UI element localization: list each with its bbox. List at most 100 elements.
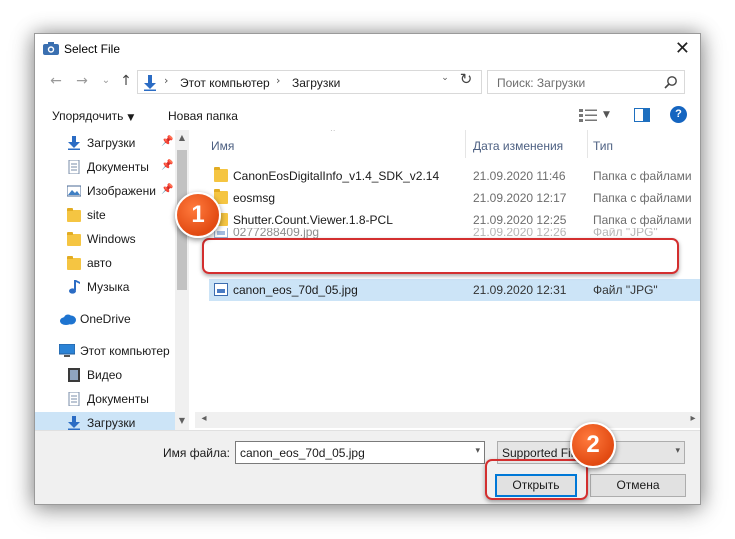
sidebar-item-label: site [87, 208, 106, 222]
jpg-file-icon [214, 228, 228, 238]
sidebar-item-windows[interactable]: Windows [35, 228, 175, 250]
scroll-left-icon[interactable]: ◂ [197, 413, 211, 424]
sidebar-item-label: Музыка [87, 280, 130, 294]
file-type: Папка с файлами [593, 191, 692, 205]
column-header-date[interactable]: Дата изменения [473, 130, 563, 158]
file-name: Shutter.Count.Viewer.1.8-PCL [233, 213, 393, 227]
file-date: 21.09.2020 12:25 [473, 213, 567, 227]
sidebar-item-label: авто [87, 256, 112, 270]
up-arrow-icon[interactable]: ↑ [117, 71, 135, 91]
documents-icon [68, 392, 80, 406]
file-date: 21.09.2020 12:17 [473, 191, 567, 205]
column-header-name[interactable]: Имя [211, 130, 234, 158]
sidebar-item-video[interactable]: Видео [35, 364, 175, 386]
cloud-icon [60, 314, 76, 325]
folder-icon [67, 232, 81, 246]
file-row[interactable]: 0277288409.jpg 21.09.2020 12:26 Файл "JP… [209, 228, 700, 238]
pin-icon: 📌 [161, 136, 174, 147]
view-caret-icon[interactable]: ▼ [603, 110, 610, 120]
file-row-selected[interactable]: canon_eos_70d_05.jpg 21.09.2020 12:31 Фа… [209, 279, 700, 301]
camera-icon [43, 42, 59, 55]
organize-label: Упорядочить [52, 109, 124, 123]
sidebar-item-label: Документы [87, 392, 149, 406]
download-arrow-icon [144, 75, 156, 91]
file-type: Файл "JPG" [593, 283, 658, 297]
close-icon[interactable]: ✕ [675, 38, 690, 59]
sidebar-item-label: Загрузки [87, 416, 136, 430]
sidebar-item-music[interactable]: Музыка [35, 276, 175, 298]
download-arrow-icon [68, 136, 80, 150]
sidebar-item-label: Документы [87, 160, 149, 174]
cancel-button[interactable]: Отмена [590, 474, 686, 497]
new-folder-button[interactable]: Новая папка [168, 109, 238, 123]
file-name: canon_eos_70d_05.jpg [233, 283, 358, 297]
sort-ascending-icon: ⌃ [329, 130, 337, 138]
back-arrow-icon[interactable]: ← [47, 71, 65, 91]
sidebar-item-downloads-quick[interactable]: Загрузки 📌 [35, 132, 175, 154]
step-badge-1: 1 [175, 192, 221, 238]
chevron-down-icon[interactable]: ▾ [475, 446, 480, 456]
command-toolbar: Упорядочить ▼ Новая папка ▼ ? [35, 102, 700, 130]
organize-button[interactable]: Упорядочить ▼ [52, 109, 134, 123]
column-header-type[interactable]: Тип [593, 130, 613, 158]
chevron-down-icon[interactable]: ▾ [675, 446, 680, 456]
search-input[interactable]: Поиск: Загрузки [487, 70, 685, 94]
pin-icon: 📌 [161, 184, 174, 195]
music-icon [69, 280, 80, 294]
breadcrumb-downloads[interactable]: Загрузки [292, 76, 340, 90]
pin-icon: 📌 [161, 160, 174, 171]
file-row[interactable]: CanonEosDigitalInfo_v1.4_SDK_v2.14 21.09… [209, 165, 700, 187]
sidebar-item-documents-quick[interactable]: Документы 📌 [35, 156, 175, 178]
sidebar-item-onedrive[interactable]: OneDrive [35, 308, 175, 330]
sidebar-item-pictures-quick[interactable]: Изображени 📌 [35, 180, 175, 202]
file-list-horizontal-scrollbar[interactable]: ◂ ▸ [195, 412, 700, 428]
file-date: 21.09.2020 12:26 [473, 228, 567, 238]
column-divider[interactable] [465, 130, 466, 158]
title-bar: Select File ✕ [35, 34, 700, 64]
window-title: Select File [64, 42, 121, 56]
navigation-bar: ← → ⌄ ↑ › Этот компьютер › Загрузки ⌄ ↻ … [35, 68, 700, 96]
file-date: 21.09.2020 12:31 [473, 283, 567, 297]
view-options-icon[interactable] [579, 109, 597, 122]
file-name: 0277288409.jpg [233, 228, 320, 238]
scroll-right-icon[interactable]: ▸ [686, 413, 700, 424]
sidebar-item-label: Windows [87, 232, 136, 246]
documents-icon [68, 160, 80, 174]
refresh-icon[interactable]: ↻ [457, 70, 475, 88]
open-button-highlight [485, 459, 588, 500]
sidebar-scrollbar[interactable]: ▲ ▼ [175, 130, 189, 430]
sidebar-item-documents[interactable]: Документы [35, 388, 175, 410]
column-divider[interactable] [587, 130, 588, 158]
sidebar-item-site[interactable]: site [35, 204, 175, 226]
scroll-up-icon[interactable]: ▲ [175, 133, 189, 142]
file-type: Файл "JPG" [593, 228, 658, 238]
breadcrumb-this-pc[interactable]: Этот компьютер [180, 76, 270, 90]
folder-icon [67, 208, 81, 222]
preview-pane-icon[interactable] [634, 108, 650, 122]
folder-icon [67, 256, 81, 270]
scroll-down-icon[interactable]: ▼ [175, 416, 189, 425]
help-icon[interactable]: ? [670, 106, 687, 123]
recent-locations-icon[interactable]: ⌄ [97, 71, 115, 91]
forward-arrow-icon[interactable]: → [73, 71, 91, 91]
caret-down-icon: ▼ [127, 113, 135, 123]
selected-file-highlight [202, 238, 679, 274]
pictures-icon [67, 185, 81, 197]
chevron-down-icon[interactable]: ⌄ [438, 73, 452, 83]
sidebar-item-label: Видео [87, 368, 123, 382]
file-name-label: Имя файла: [163, 446, 230, 460]
folder-icon [214, 167, 228, 182]
file-type: Папка с файлами [593, 213, 692, 227]
address-bar[interactable]: › Этот компьютер › Загрузки [137, 70, 482, 94]
sidebar-item-this-pc[interactable]: Этот компьютер [35, 340, 175, 362]
file-name: CanonEosDigitalInfo_v1.4_SDK_v2.14 [233, 169, 440, 183]
search-icon [664, 76, 677, 89]
sidebar-item-downloads[interactable]: Загрузки [35, 412, 175, 430]
sidebar-item-label: Загрузки [87, 136, 136, 150]
file-name-input[interactable]: canon_eos_70d_05.jpg ▾ [235, 441, 485, 464]
sidebar-item-avto[interactable]: авто [35, 252, 175, 274]
step-badge-2: 2 [570, 422, 616, 468]
computer-icon [59, 344, 75, 357]
sidebar-item-label: OneDrive [80, 312, 131, 326]
file-row[interactable]: eosmsg 21.09.2020 12:17 Папка с файлами [209, 187, 700, 209]
